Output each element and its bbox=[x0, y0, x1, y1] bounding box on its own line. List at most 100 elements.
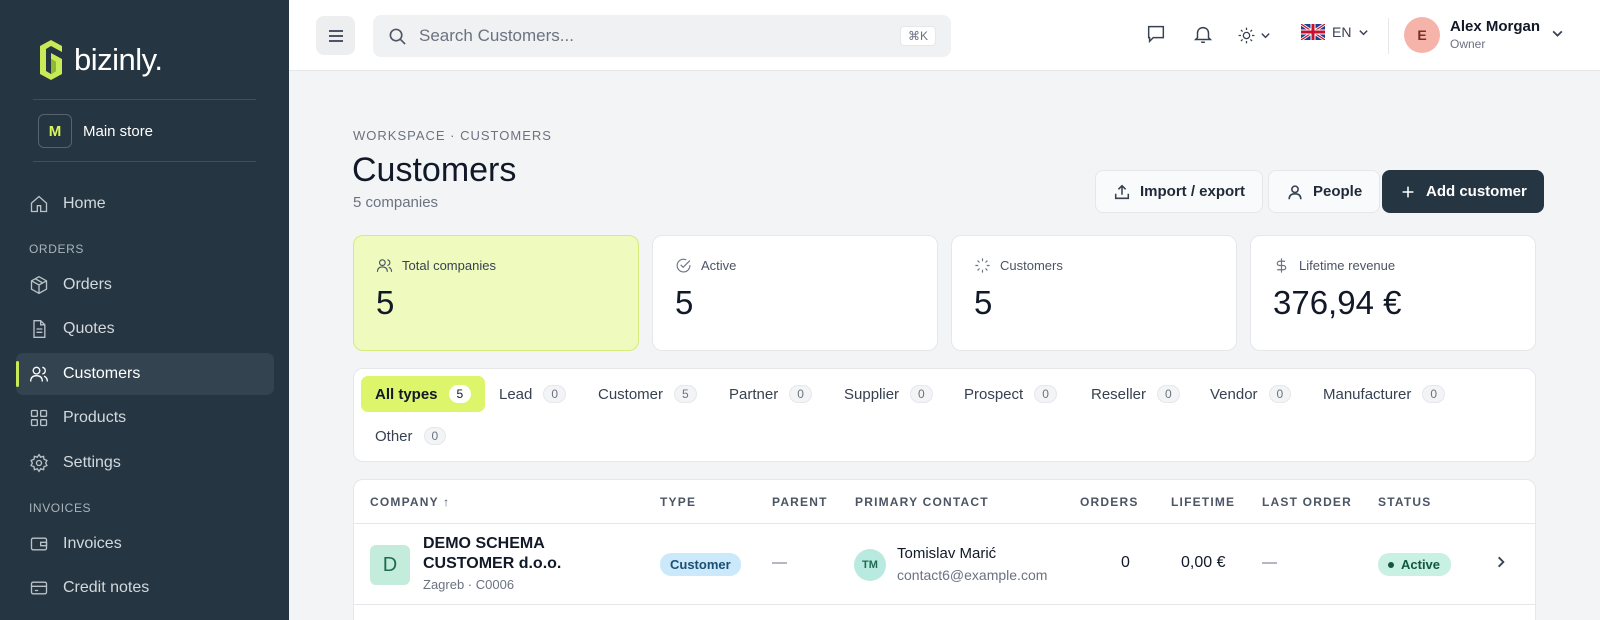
stat-label: Customers bbox=[1000, 258, 1063, 273]
filter-chip-customer[interactable]: Customer 5 bbox=[584, 376, 711, 412]
stat-card-lifetime-revenue: Lifetime revenue 376,94 € bbox=[1250, 235, 1536, 351]
bell-icon bbox=[1193, 26, 1213, 43]
grid-icon bbox=[30, 409, 48, 427]
topbar: ⌘K EN E Alex Morgan Owner bbox=[289, 0, 1600, 71]
import-export-button[interactable]: Import / export bbox=[1095, 170, 1264, 213]
filter-chip-vendor[interactable]: Vendor 0 bbox=[1196, 376, 1305, 412]
add-customer-button[interactable]: Add customer bbox=[1382, 170, 1544, 213]
filter-chip-count: 0 bbox=[1157, 385, 1180, 403]
user-menu-button[interactable] bbox=[1551, 27, 1564, 45]
filter-chip-supplier[interactable]: Supplier 0 bbox=[830, 376, 947, 412]
section-label-invoices: INVOICES bbox=[29, 501, 92, 515]
column-header-last-order[interactable]: LAST ORDER bbox=[1262, 495, 1352, 509]
sidebar-item-quotes[interactable]: Quotes bbox=[16, 308, 274, 350]
messages-button[interactable] bbox=[1145, 23, 1169, 47]
filter-chip-label: Vendor bbox=[1210, 385, 1258, 403]
store-switcher[interactable]: M Main store bbox=[38, 114, 153, 148]
stat-value: 5 bbox=[376, 284, 395, 321]
sidebar-item-label: Credit notes bbox=[63, 579, 150, 596]
contact-name: Tomislav Marić bbox=[897, 545, 997, 562]
column-header-company[interactable]: COMPANY ↑ bbox=[370, 495, 450, 509]
search-input[interactable] bbox=[419, 26, 879, 46]
filter-chip-partner[interactable]: Partner 0 bbox=[715, 376, 826, 412]
column-header-parent[interactable]: PARENT bbox=[772, 495, 828, 509]
stat-card-customers: Customers 5 bbox=[951, 235, 1237, 351]
column-header-primary-contact[interactable]: PRIMARY CONTACT bbox=[855, 495, 989, 509]
company-meta: Zagreb · C0006 bbox=[423, 577, 515, 592]
contact-email: contact6@example.com bbox=[897, 567, 1048, 583]
sun-icon bbox=[1238, 27, 1255, 43]
check-circle-icon bbox=[676, 258, 691, 273]
topbar-divider bbox=[1388, 18, 1389, 54]
hamburger-icon bbox=[328, 29, 343, 42]
sidebar-item-home[interactable]: Home bbox=[16, 183, 274, 225]
menu-toggle-button[interactable] bbox=[316, 16, 355, 55]
store-name: Main store bbox=[83, 122, 154, 140]
company-name: DEMO SCHEMA CUSTOMER d.o.o. bbox=[423, 535, 562, 572]
import-export-label: Import / export bbox=[1140, 183, 1246, 200]
chevron-down-icon bbox=[1552, 30, 1563, 37]
filter-chip-count: 0 bbox=[789, 385, 812, 403]
sidebar-item-label: Settings bbox=[63, 454, 121, 471]
column-header-status[interactable]: STATUS bbox=[1378, 495, 1431, 509]
sidebar-divider bbox=[33, 99, 256, 100]
filter-chip-other[interactable]: Other 0 bbox=[361, 418, 460, 454]
uk-flag-icon bbox=[1301, 24, 1325, 40]
sidebar-item-label: Orders bbox=[63, 276, 112, 293]
sidebar-item-products[interactable]: Products bbox=[16, 397, 274, 439]
sidebar-item-credit-notes[interactable]: Credit notes bbox=[16, 567, 274, 609]
column-header-type[interactable]: TYPE bbox=[660, 495, 696, 509]
filter-chip-count: 0 bbox=[1422, 385, 1446, 403]
sidebar-item-label: Invoices bbox=[63, 535, 122, 552]
status-label: Active bbox=[1401, 557, 1441, 572]
sidebar-item-invoices[interactable]: Invoices bbox=[16, 523, 274, 565]
language-selector[interactable]: EN bbox=[1301, 24, 1369, 40]
chevron-right-icon bbox=[1498, 556, 1505, 568]
sidebar-item-orders[interactable]: Orders bbox=[16, 264, 274, 306]
filter-chip-count: 0 bbox=[423, 427, 447, 445]
search-bar[interactable]: ⌘K bbox=[373, 15, 951, 57]
users-icon bbox=[376, 259, 393, 272]
people-button[interactable]: People bbox=[1268, 170, 1381, 213]
stat-card-header: Customers bbox=[974, 257, 1063, 274]
brand-logo[interactable]: bizinly. bbox=[36, 40, 163, 80]
notifications-button[interactable] bbox=[1192, 23, 1216, 47]
filter-chip-count: 0 bbox=[1034, 385, 1057, 403]
plus-icon bbox=[1402, 186, 1414, 197]
filter-chip-manufacturer[interactable]: Manufacturer 0 bbox=[1309, 376, 1459, 412]
filter-chip-label: Customer bbox=[598, 385, 664, 403]
logo-mark-icon bbox=[40, 40, 62, 80]
column-header-orders[interactable]: ORDERS bbox=[1080, 495, 1139, 509]
filter-chip-prospect[interactable]: Prospect 0 bbox=[950, 376, 1071, 412]
column-header-lifetime[interactable]: LIFETIME bbox=[1171, 495, 1235, 509]
brand-name: bizinly. bbox=[74, 42, 163, 77]
document-icon bbox=[33, 320, 46, 338]
status-dot bbox=[1388, 561, 1394, 568]
filter-chip-reseller[interactable]: Reseller 0 bbox=[1077, 376, 1194, 412]
gear-icon bbox=[30, 453, 48, 473]
filter-chip-all-types[interactable]: All types 5 bbox=[361, 376, 486, 412]
store-badge: M bbox=[38, 114, 72, 148]
search-icon bbox=[389, 28, 406, 45]
sidebar-item-label: Home bbox=[63, 195, 106, 212]
sidebar-item-customers[interactable]: Customers bbox=[16, 353, 274, 395]
filter-chip-label: Partner bbox=[729, 385, 779, 403]
wallet-icon bbox=[30, 537, 48, 551]
stat-value: 5 bbox=[675, 284, 694, 321]
sidebar-item-settings[interactable]: Settings bbox=[16, 442, 274, 484]
page-title: Customers bbox=[352, 151, 517, 189]
users-icon bbox=[30, 366, 48, 382]
filter-chip-lead[interactable]: Lead 0 bbox=[485, 376, 580, 412]
package-icon bbox=[30, 275, 48, 295]
customers-table: COMPANY ↑ TYPE PARENT PRIMARY CONTACT OR… bbox=[353, 479, 1536, 620]
avatar[interactable]: E bbox=[1404, 17, 1440, 53]
stat-label: Active bbox=[701, 258, 737, 273]
stat-card-header: Total companies bbox=[376, 257, 496, 274]
filter-chip-label: Supplier bbox=[844, 385, 900, 403]
add-customer-label: Add customer bbox=[1426, 183, 1527, 200]
chevron-down-icon bbox=[1359, 29, 1369, 35]
user-name: Alex Morgan bbox=[1450, 18, 1541, 35]
theme-toggle[interactable] bbox=[1237, 23, 1277, 47]
people-label: People bbox=[1313, 183, 1363, 200]
table-row[interactable]: D DEMO SCHEMA CUSTOMER d.o.o. Zagreb · C… bbox=[354, 524, 1535, 605]
